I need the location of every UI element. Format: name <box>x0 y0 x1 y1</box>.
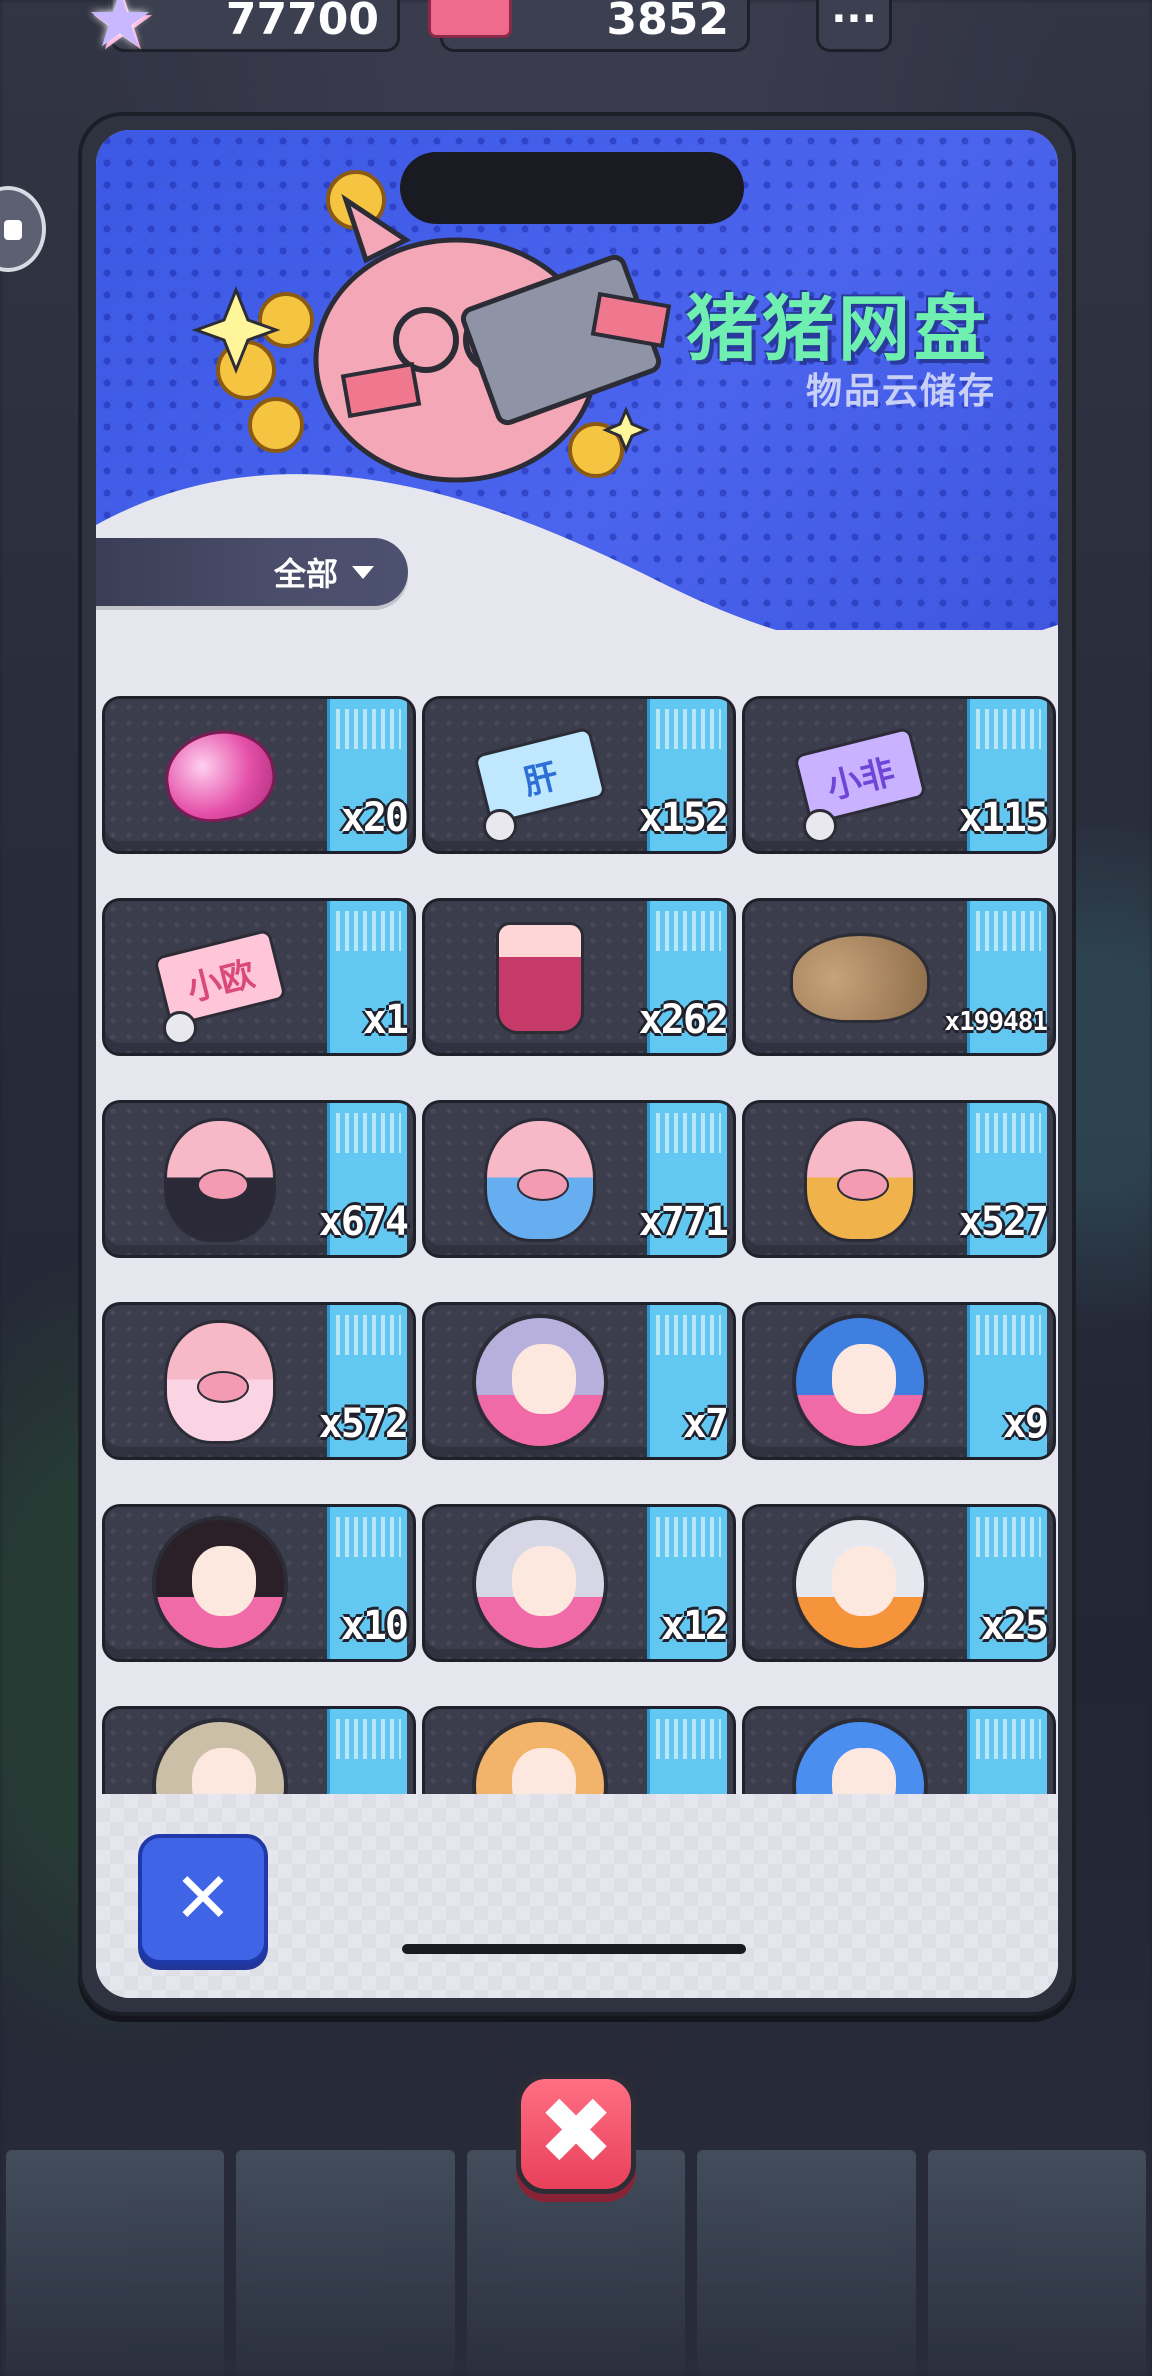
item-quantity: x12 <box>660 1603 729 1649</box>
star-currency-value: 77700 <box>225 0 379 45</box>
beige-hair-girl-avatar-icon <box>145 1718 295 1796</box>
panel-subtitle: 物品云储存 <box>806 371 997 412</box>
item-slot[interactable]: x572 <box>102 1302 416 1460</box>
item-quantity: x25 <box>980 1603 1049 1649</box>
silver-hair-girl-avatar-icon <box>465 1516 615 1652</box>
item-quantity: x7 <box>682 1401 729 1447</box>
filter-label: 全部 <box>273 555 338 593</box>
close-panel-button[interactable]: ✕ <box>138 1834 268 1964</box>
more-button[interactable]: ... <box>816 0 892 52</box>
item-quantity: x527 <box>958 1199 1049 1245</box>
snail-shell-icon <box>785 913 935 1043</box>
puzzle-piece-icon <box>163 1011 197 1045</box>
cloud-storage-panel: 猪猪网盘 物品云储存 全部 x20 肝 x152 小非 x115 小欧 x1 x… <box>78 112 1076 2016</box>
item-quantity: x115 <box>958 795 1049 841</box>
item-slot[interactable] <box>742 1706 1056 1796</box>
pink-outfit-pig-icon <box>145 1317 295 1447</box>
milk-tea-cup-icon <box>465 913 615 1043</box>
blue-outfit-pig-icon <box>465 1115 615 1245</box>
item-slot[interactable]: x527 <box>742 1100 1056 1258</box>
item-grid: x20 肝 x152 小非 x115 小欧 x1 x262 x199481 x6… <box>102 696 1056 1796</box>
puzzle-piece-icon <box>483 809 517 843</box>
item-slot[interactable]: 小欧 x1 <box>102 898 416 1056</box>
item-slot[interactable]: x262 <box>422 898 736 1056</box>
ticket-icon <box>428 0 512 38</box>
white-hair-winking-girl-avatar-icon <box>785 1516 935 1652</box>
item-quantity: x152 <box>638 795 729 841</box>
category-filter-dropdown[interactable]: 全部 <box>96 538 408 606</box>
orange-hair-girl-avatar-icon <box>465 1718 615 1796</box>
panel-footer: ✕ <box>96 1794 1058 1998</box>
item-slot[interactable]: x9 <box>742 1302 1056 1460</box>
item-slot[interactable]: x20 <box>102 696 416 854</box>
item-slot[interactable] <box>422 1706 736 1796</box>
item-quantity: x771 <box>638 1199 729 1245</box>
qty-strip <box>967 1709 1047 1796</box>
ticket-currency-value: 3852 <box>606 0 729 45</box>
item-slot[interactable]: x10 <box>102 1504 416 1662</box>
item-slot[interactable]: 小非 x115 <box>742 696 1056 854</box>
item-slot[interactable]: x674 <box>102 1100 416 1258</box>
puzzle-piece-icon <box>803 809 837 843</box>
item-slot[interactable]: x199481 <box>742 898 1056 1056</box>
item-slot[interactable] <box>102 1706 416 1796</box>
item-slot[interactable]: x771 <box>422 1100 736 1258</box>
phone-notch <box>400 152 744 224</box>
item-slot[interactable]: 肝 x152 <box>422 696 736 854</box>
item-quantity: x10 <box>340 1603 409 1649</box>
home-indicator <box>402 1944 746 1954</box>
item-slot[interactable]: x25 <box>742 1504 1056 1662</box>
black-outfit-pig-icon <box>145 1115 295 1245</box>
panel-screen: 猪猪网盘 物品云储存 全部 x20 肝 x152 小非 x115 小欧 x1 x… <box>96 130 1058 1998</box>
item-quantity: x20 <box>340 795 409 841</box>
item-quantity: x674 <box>318 1199 409 1245</box>
panel-title: 猪猪网盘 <box>686 287 991 371</box>
item-slot[interactable]: x7 <box>422 1302 736 1460</box>
qty-strip <box>327 1709 407 1796</box>
lilac-hair-girl-avatar-icon <box>465 1314 615 1450</box>
blue-hair-girl-avatar-icon <box>785 1718 935 1796</box>
currency-bar: 77700 ★ 3852 ... <box>0 0 1152 60</box>
item-quantity: x262 <box>638 997 729 1043</box>
item-slot[interactable]: x12 <box>422 1504 736 1662</box>
item-quantity: x572 <box>318 1401 409 1447</box>
item-quantity: x9 <box>1002 1401 1049 1447</box>
item-quantity: x1 <box>362 997 409 1043</box>
pink-gem-icon <box>145 711 295 841</box>
star-icon: ★ <box>85 0 155 64</box>
yellow-outfit-pig-icon <box>785 1115 935 1245</box>
blue-hair-girl-avatar-icon <box>785 1314 935 1450</box>
black-hair-fan-girl-avatar-icon <box>145 1516 295 1652</box>
close-dialog-button[interactable]: ✖ <box>516 2074 636 2194</box>
caret-down-icon <box>352 565 374 579</box>
item-grid-viewport[interactable]: x20 肝 x152 小非 x115 小欧 x1 x262 x199481 x6… <box>96 696 1058 1796</box>
item-quantity: x199481 <box>944 1007 1048 1037</box>
qty-strip <box>647 1709 727 1796</box>
